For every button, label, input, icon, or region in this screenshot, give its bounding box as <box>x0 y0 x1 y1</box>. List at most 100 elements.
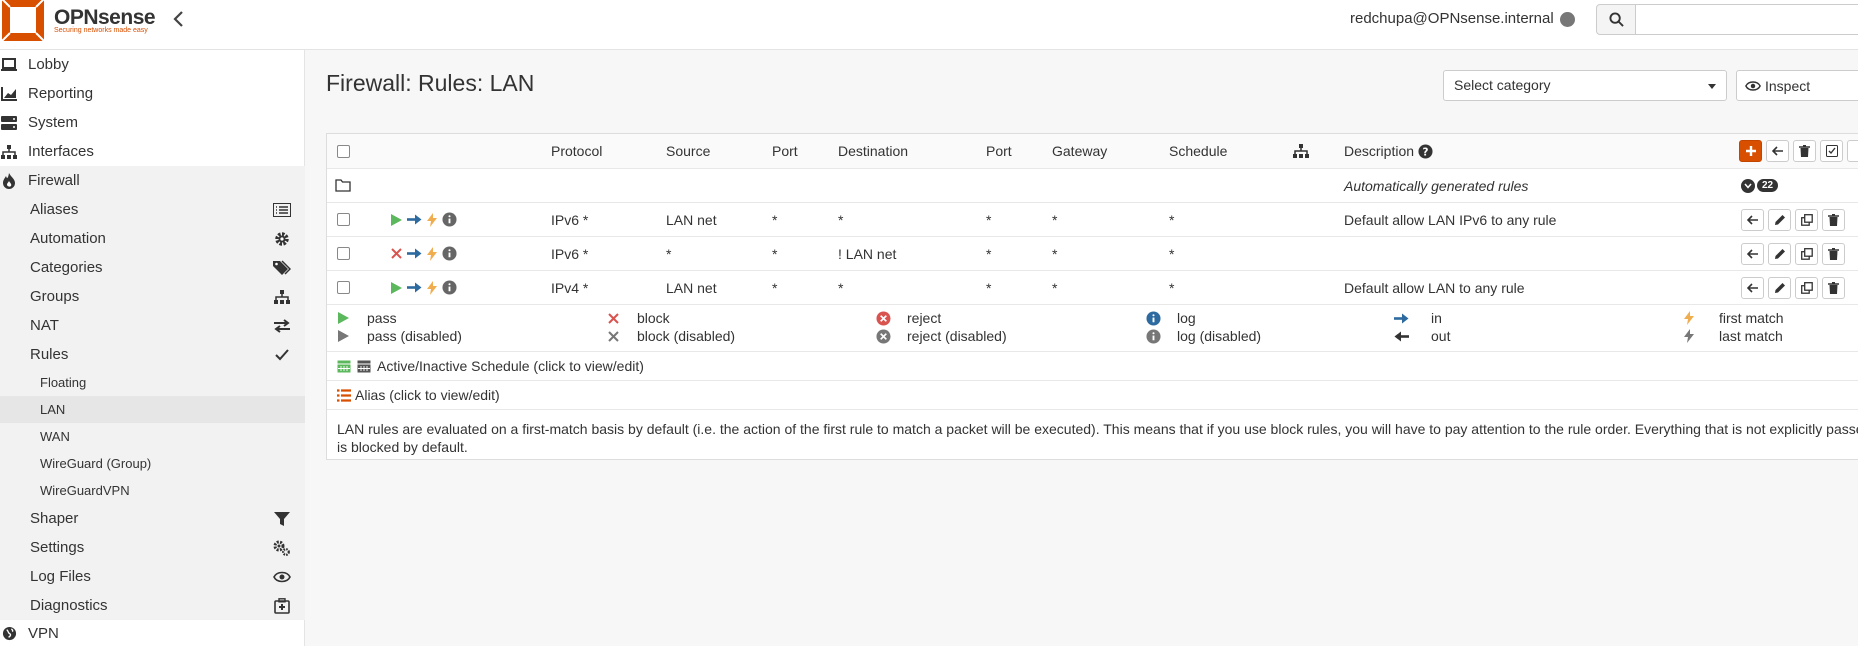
sidebar-item-label: Groups <box>30 288 80 305</box>
sidebar-item-settings[interactable]: Settings <box>0 533 305 562</box>
col-schedule[interactable]: Schedule <box>1169 134 1227 168</box>
sidebar-item-nat[interactable]: NAT <box>0 311 305 340</box>
sidebar-item-floating[interactable]: Floating <box>0 369 305 396</box>
move-before-button[interactable] <box>1741 208 1764 231</box>
select-all-checkbox[interactable] <box>337 144 350 158</box>
opnsense-logo[interactable]: OPNsense Securing networks made easy <box>0 0 156 42</box>
trash-icon <box>1828 213 1839 226</box>
block-icon[interactable] <box>391 248 402 259</box>
rule-schedule: * <box>1169 245 1175 262</box>
sidebar-item-wan[interactable]: WAN <box>0 423 305 450</box>
sidebar-item-label: Reporting <box>28 85 94 102</box>
log-icon[interactable] <box>442 280 457 295</box>
arrow-left-icon <box>1746 282 1758 293</box>
sidebar-item-rules[interactable]: Rules <box>0 340 305 369</box>
rule-dport: * <box>986 279 992 296</box>
disable-selected-button[interactable] <box>1847 140 1858 162</box>
move-before-button[interactable] <box>1741 276 1764 299</box>
sidebar-item-shaper[interactable]: Shaper <box>0 504 305 533</box>
caret-down-icon <box>1708 84 1716 89</box>
legend-out: out <box>1431 328 1451 344</box>
inspect-label: Inspect <box>1765 77 1811 94</box>
table-row: IPv4 * LAN net * * * * * Default allow L… <box>327 271 1858 305</box>
delete-button[interactable] <box>1822 208 1845 231</box>
col-destination[interactable]: Destination <box>838 134 908 168</box>
enable-selected-button[interactable] <box>1820 140 1843 162</box>
auto-rules-toggle[interactable]: 22 <box>1741 178 1779 193</box>
status-indicator-icon[interactable] <box>1560 12 1575 27</box>
move-before-button[interactable] <box>1741 242 1764 265</box>
legend-last-match: last match <box>1719 328 1783 344</box>
svg-text:?: ? <box>1423 146 1429 158</box>
search-input[interactable] <box>1635 4 1858 35</box>
notice-line-1: LAN rules are evaluated on a first-match… <box>337 421 1858 437</box>
log-icon[interactable] <box>442 212 457 227</box>
edit-button[interactable] <box>1768 276 1791 299</box>
sidebar-item-diagnostics[interactable]: Diagnostics <box>0 591 305 620</box>
sidebar-item-reporting[interactable]: Reporting <box>0 79 305 108</box>
col-port[interactable]: Port <box>772 134 798 168</box>
rule-protocol: IPv6 * <box>551 211 589 228</box>
clone-button[interactable] <box>1795 242 1818 265</box>
sidebar-item-label: Categories <box>30 259 103 276</box>
col-source[interactable]: Source <box>666 134 710 168</box>
sidebar-item-vpn[interactable]: VPN <box>0 620 305 646</box>
clone-button[interactable] <box>1795 276 1818 299</box>
sidebar-item-label: Automation <box>30 230 106 247</box>
delete-button[interactable] <box>1822 242 1845 265</box>
sidebar-item-aliases[interactable]: Aliases <box>0 195 305 224</box>
row-checkbox[interactable] <box>337 213 350 226</box>
log-icon[interactable] <box>442 246 457 261</box>
inspect-button[interactable]: Inspect <box>1736 70 1858 101</box>
auto-rules-row[interactable]: Automatically generated rules 22 <box>327 169 1858 203</box>
sidebar-item-groups[interactable]: Groups <box>0 282 305 311</box>
legend-in: in <box>1431 310 1442 326</box>
rule-gateway: * <box>1052 279 1058 296</box>
row-checkbox[interactable] <box>337 247 350 260</box>
alias-note: Alias (click to view/edit) <box>355 387 500 403</box>
globe-icon <box>0 624 18 642</box>
user-name[interactable]: redchupa@OPNsense.internal <box>1350 10 1554 27</box>
legend-block-disabled: block (disabled) <box>637 328 736 344</box>
col-description[interactable]: Description <box>1344 143 1414 159</box>
search-button[interactable] <box>1596 4 1636 35</box>
check-square-icon <box>1825 145 1838 157</box>
row-checkbox[interactable] <box>337 281 350 294</box>
block-icon <box>605 310 621 326</box>
auto-rules-label: Automatically generated rules <box>1344 177 1529 194</box>
fire-icon <box>0 172 18 190</box>
sidebar-item-lan[interactable]: LAN <box>0 396 305 423</box>
arrow-left-icon <box>1746 248 1758 259</box>
sidebar-item-categories[interactable]: Categories <box>0 253 305 282</box>
sidebar-item-system[interactable]: System <box>0 108 305 137</box>
rule-gateway: * <box>1052 211 1058 228</box>
edit-button[interactable] <box>1768 208 1791 231</box>
delete-button[interactable] <box>1822 276 1845 299</box>
sidebar-item-lobby[interactable]: Lobby <box>0 50 305 79</box>
plus-icon <box>1745 146 1756 156</box>
sidebar-item-interfaces[interactable]: Interfaces <box>0 137 305 166</box>
delete-selected-button[interactable] <box>1793 140 1816 162</box>
pass-icon[interactable] <box>391 281 402 294</box>
add-rule-button[interactable] <box>1739 140 1762 162</box>
help-icon[interactable]: ? <box>1418 143 1433 159</box>
sidebar-item-log-files[interactable]: Log Files <box>0 562 305 591</box>
collapse-sidebar-icon[interactable] <box>172 10 188 32</box>
sitemap-icon <box>273 288 291 306</box>
col-gateway[interactable]: Gateway <box>1052 134 1107 168</box>
col-protocol[interactable]: Protocol <box>551 134 602 168</box>
sidebar-item-wireguardvpn[interactable]: WireGuardVPN <box>0 477 305 504</box>
edit-button[interactable] <box>1768 242 1791 265</box>
direction-out-icon <box>1393 328 1409 344</box>
clone-button[interactable] <box>1795 208 1818 231</box>
col-port2[interactable]: Port <box>986 134 1012 168</box>
notice-line-2: is blocked by default. <box>337 439 468 455</box>
sidebar-item-automation[interactable]: Automation <box>0 224 305 253</box>
legend-first-match: first match <box>1719 310 1784 326</box>
category-select[interactable]: Select category <box>1443 70 1727 101</box>
sidebar-item-label: Settings <box>30 539 85 556</box>
sidebar-item-firewall[interactable]: Firewall <box>0 166 305 195</box>
pass-icon[interactable] <box>391 213 402 226</box>
sidebar-item-wireguard-group[interactable]: WireGuard (Group) <box>0 450 305 477</box>
move-selected-button[interactable] <box>1766 140 1789 162</box>
